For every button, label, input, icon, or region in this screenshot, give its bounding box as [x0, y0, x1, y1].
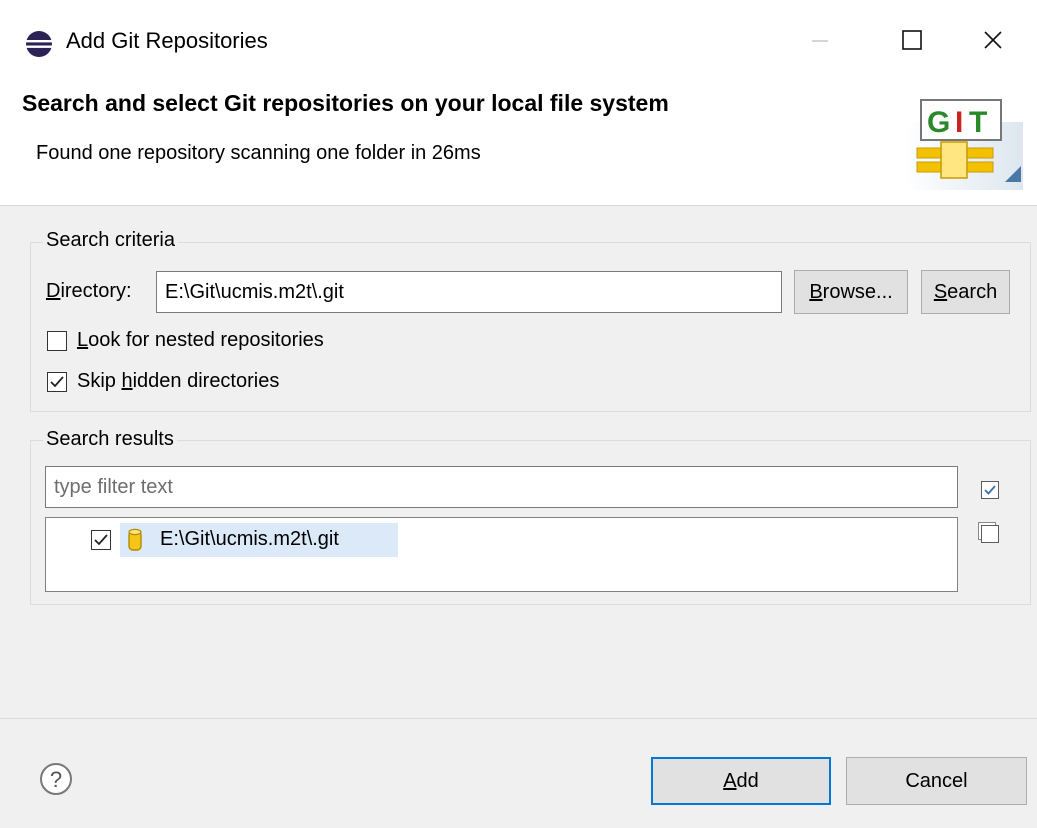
directory-label: Directory:: [46, 280, 132, 302]
search-button[interactable]: Search: [921, 270, 1010, 314]
maximize-button[interactable]: [882, 15, 942, 65]
repository-checkbox[interactable]: [91, 530, 111, 550]
page-title: Search and select Git repositories on yo…: [22, 90, 669, 116]
add-button[interactable]: Add: [651, 757, 831, 805]
skip-hidden-label: Skip hidden directories: [77, 370, 280, 392]
directory-input[interactable]: E:\Git\ucmis.m2t\.git: [156, 271, 782, 313]
nested-repositories-checkbox[interactable]: [47, 331, 67, 351]
browse-button-label: Browse...: [809, 280, 893, 303]
page-description: Found one repository scanning one folder…: [36, 142, 481, 164]
footer-divider: [0, 718, 1037, 719]
search-results-legend: Search results: [43, 428, 177, 451]
window-title: Add Git Repositories: [66, 28, 268, 53]
select-all-icon: [984, 485, 996, 495]
repository-path-label[interactable]: E:\Git\ucmis.m2t\.git: [160, 528, 339, 551]
skip-hidden-checkbox[interactable]: [47, 372, 67, 392]
browse-button[interactable]: Browse...: [794, 270, 908, 314]
git-logo-i: I: [955, 106, 963, 139]
close-button[interactable]: [963, 15, 1023, 65]
repository-icon: [124, 527, 146, 553]
minimize-button[interactable]: [790, 15, 850, 65]
cancel-button[interactable]: Cancel: [846, 757, 1027, 805]
filter-placeholder: type filter text: [54, 475, 173, 498]
directory-value: E:\Git\ucmis.m2t\.git: [165, 280, 344, 303]
add-button-label: Add: [723, 769, 759, 792]
minimize-icon: [812, 40, 828, 42]
git-logo-g: G: [927, 106, 950, 139]
maximize-icon: [902, 30, 922, 50]
checkmark-icon: [94, 534, 108, 546]
eclipse-app-icon: [24, 29, 54, 59]
filter-input[interactable]: type filter text: [45, 466, 958, 508]
nested-repositories-label: Look for nested repositories: [77, 329, 324, 351]
search-button-label: Search: [933, 280, 998, 303]
deselect-all-button[interactable]: [981, 525, 999, 543]
cancel-button-label: Cancel: [905, 769, 968, 792]
help-symbol: ?: [50, 767, 62, 792]
git-logo-icon: G I T: [905, 92, 1023, 190]
help-icon[interactable]: ?: [39, 762, 73, 796]
close-icon: [984, 31, 1002, 49]
select-all-button[interactable]: [981, 481, 999, 499]
git-logo-t: T: [969, 106, 987, 139]
checkmark-icon: [50, 376, 64, 388]
search-criteria-legend: Search criteria: [43, 229, 178, 252]
